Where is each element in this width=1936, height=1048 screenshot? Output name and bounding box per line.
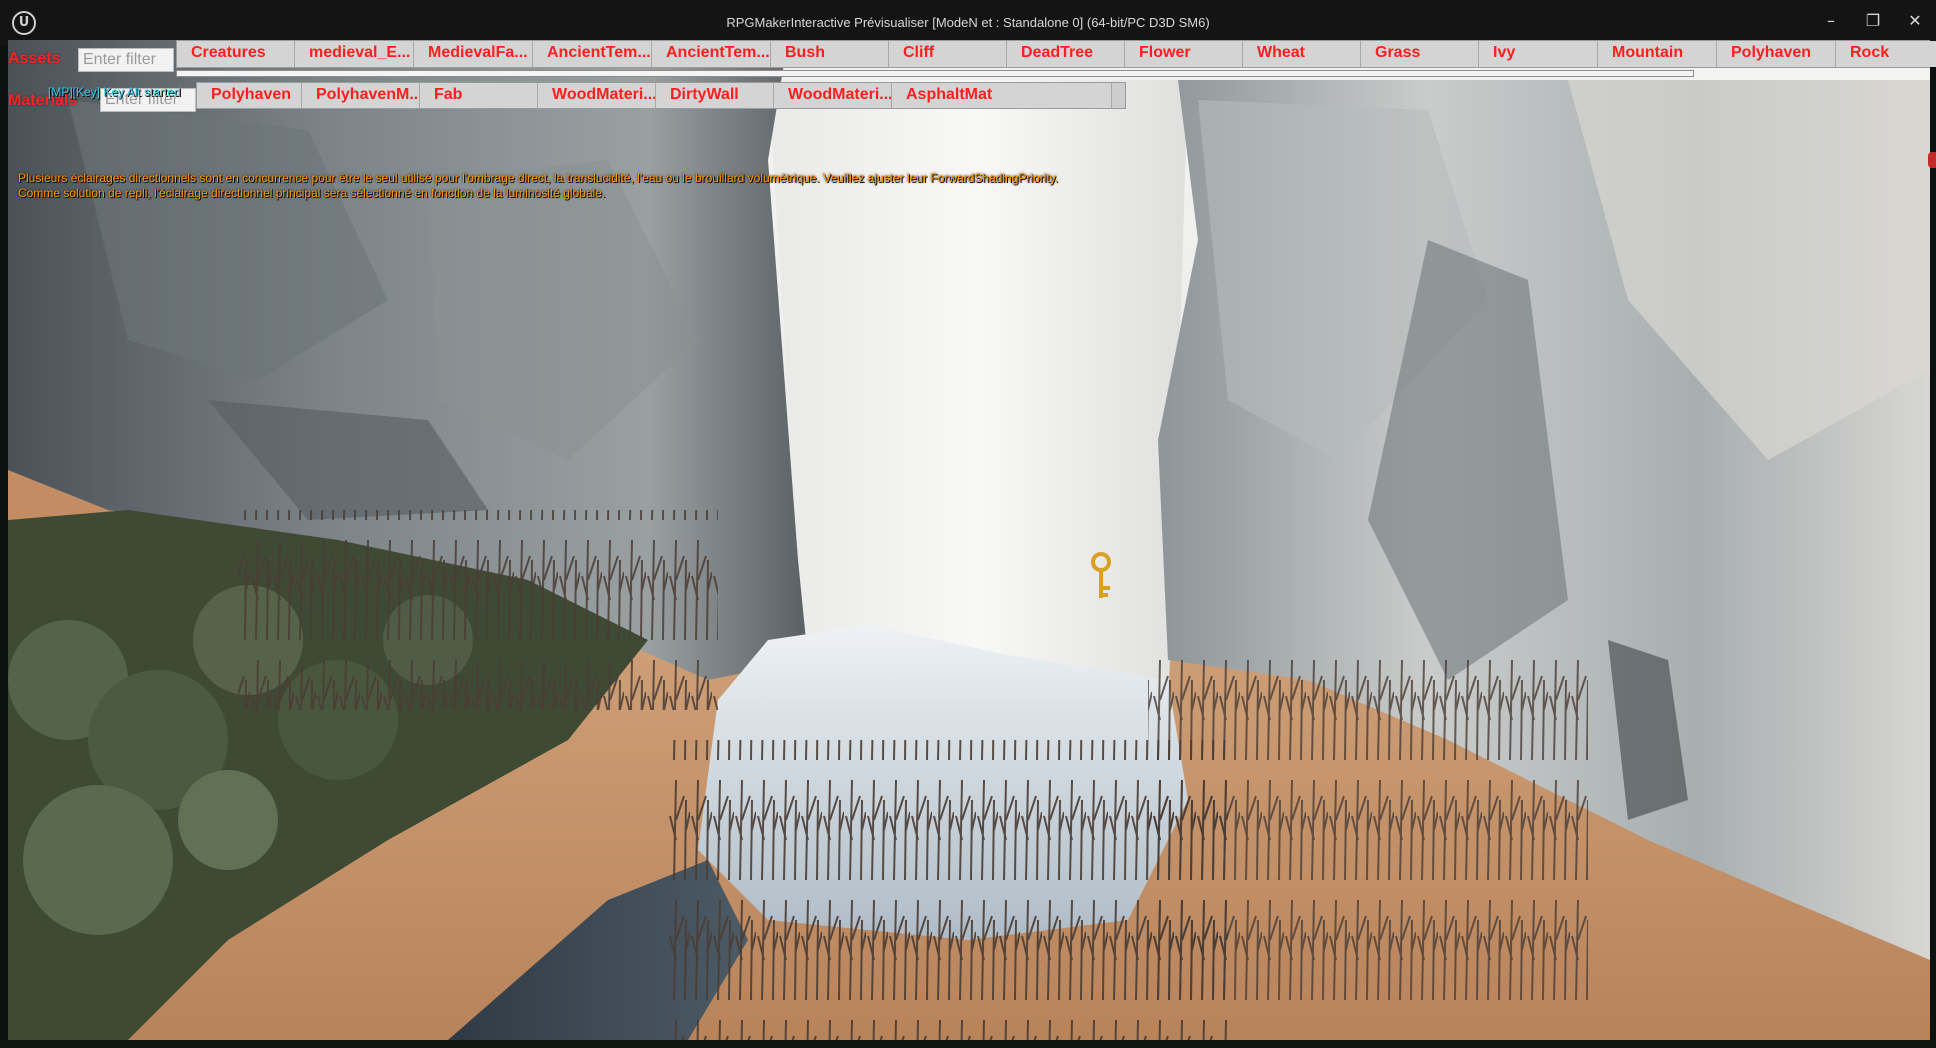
material-button[interactable]: DirtyWall: [656, 83, 774, 108]
asset-button[interactable]: Ivy: [1479, 41, 1598, 67]
asset-button[interactable]: Polyhaven: [1717, 41, 1836, 67]
material-button[interactable]: WoodMateri...: [774, 83, 892, 108]
material-button[interactable]: AsphaltMat: [892, 83, 1112, 108]
asset-button[interactable]: medieval_E...: [295, 41, 414, 67]
asset-button[interactable]: Cliff: [889, 41, 1007, 67]
asset-button[interactable]: DeadTree: [1007, 41, 1125, 67]
asset-button[interactable]: Creatures: [177, 41, 295, 67]
assets-scroll-strip: [176, 70, 1694, 77]
asset-button[interactable]: AncientTem...: [533, 41, 652, 67]
assets-button-row: Creatures medieval_E... MedievalFa... Ancie…: [176, 40, 1936, 68]
bottom-strip: [0, 1040, 1936, 1048]
asset-button[interactable]: Rock: [1836, 41, 1936, 67]
key-icon[interactable]: [1086, 552, 1116, 602]
maximize-button[interactable]: ❐: [1852, 0, 1894, 40]
assets-label: Assets: [8, 50, 61, 67]
asset-button[interactable]: Flower: [1125, 41, 1243, 67]
material-button[interactable]: PolyhavenM...: [302, 83, 420, 108]
window-title: RPGMakerInteractive Prévisualiser [ModeN…: [726, 15, 1210, 30]
asset-button[interactable]: Wheat: [1243, 41, 1361, 67]
close-button[interactable]: ✕: [1894, 0, 1936, 40]
material-button[interactable]: Polyhaven: [197, 83, 302, 108]
material-button[interactable]: WoodMateri...: [538, 83, 656, 108]
asset-button[interactable]: Grass: [1361, 41, 1479, 67]
materials-button-row: Polyhaven PolyhavenM... Fab WoodMateri... Di…: [196, 82, 1126, 109]
edge-marker: [1928, 152, 1936, 168]
window-controls: – ❐ ✕: [1810, 0, 1936, 40]
minimize-button[interactable]: –: [1810, 0, 1852, 40]
log-line: [MP][Key] Key Alt started: [48, 85, 181, 99]
asset-button[interactable]: Bush: [771, 41, 889, 67]
engine-warning: Plusieurs éclairages directionnels sont …: [18, 171, 1058, 201]
asset-button[interactable]: MedievalFa...: [414, 41, 533, 67]
assets-filter-input[interactable]: [78, 48, 174, 72]
asset-button[interactable]: AncientTem...: [652, 41, 771, 67]
material-button[interactable]: Fab: [420, 83, 538, 108]
warning-line-1: Plusieurs éclairages directionnels sont …: [18, 171, 1059, 185]
asset-button[interactable]: Mountain: [1598, 41, 1717, 67]
warning-line-2: Comme solution de repli, l'éclairage dir…: [18, 186, 606, 200]
